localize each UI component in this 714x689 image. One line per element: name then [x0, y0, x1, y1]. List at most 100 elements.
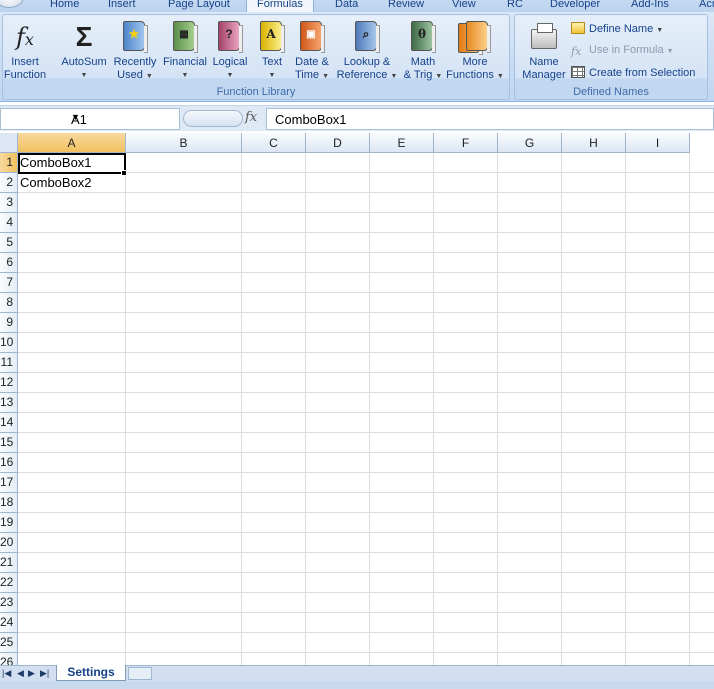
row-header-6[interactable]: 6	[0, 253, 18, 273]
gridline-vertical	[689, 153, 690, 665]
create-from-selection-button[interactable]: Create from Selection	[571, 66, 695, 79]
sigma-icon: Σ	[75, 21, 93, 52]
gridline-horizontal	[18, 292, 714, 293]
recently-used-button[interactable]: ★ Recently Used ▼	[111, 21, 159, 83]
define-name-button[interactable]: Define Name ▼	[571, 22, 663, 35]
tab-home[interactable]: Home	[50, 0, 79, 12]
text-book-icon: A	[260, 21, 285, 53]
gridline-horizontal	[18, 552, 714, 553]
row-header-26[interactable]: 26	[0, 653, 18, 665]
gridline-horizontal	[18, 372, 714, 373]
row-header-15[interactable]: 15	[0, 433, 18, 453]
tab-developer[interactable]: Developer	[550, 0, 600, 12]
math-trig-button[interactable]: θ Math & Trig ▼	[401, 21, 445, 83]
gridline-vertical	[241, 153, 242, 665]
defined-names-label: Defined Names	[573, 86, 649, 98]
column-header-c[interactable]: C	[242, 133, 306, 153]
logical-button[interactable]: ? Logical ▼	[209, 21, 251, 82]
row-header-11[interactable]: 11	[0, 353, 18, 373]
row-header-19[interactable]: 19	[0, 513, 18, 533]
next-sheet-icon[interactable]: ▶	[28, 668, 35, 679]
row-header-14[interactable]: 14	[0, 413, 18, 433]
row-header-7[interactable]: 7	[0, 273, 18, 293]
row-header-20[interactable]: 20	[0, 533, 18, 553]
sheet-tab-bar: |◀ ◀ ▶ ▶| Settings	[0, 665, 714, 681]
financial-button[interactable]: ▦ Financial ▼	[161, 21, 209, 82]
star-book-icon: ★	[123, 21, 148, 53]
calculator-book-icon: ▦	[173, 21, 198, 53]
row-header-21[interactable]: 21	[0, 553, 18, 573]
tab-review[interactable]: Review	[388, 0, 424, 12]
column-header-i[interactable]: I	[626, 133, 690, 153]
row-header-4[interactable]: 4	[0, 213, 18, 233]
office-button[interactable]	[0, 0, 24, 8]
row-header-2[interactable]: 2	[0, 173, 18, 193]
column-header-a[interactable]: A	[18, 133, 126, 153]
active-cell-cursor	[18, 153, 126, 174]
tab-view[interactable]: View	[452, 0, 476, 12]
row-header-25[interactable]: 25	[0, 633, 18, 653]
more-functions-button[interactable]: More Functions ▼	[445, 21, 505, 83]
row-header-13[interactable]: 13	[0, 393, 18, 413]
insert-function-button[interactable]: fx Insert Function	[3, 21, 47, 82]
row-header-22[interactable]: 22	[0, 573, 18, 593]
gridline-vertical	[125, 153, 126, 665]
prev-sheet-icon[interactable]: ◀	[17, 668, 24, 679]
column-header-d[interactable]: D	[306, 133, 370, 153]
tab-add-ins[interactable]: Add-Ins	[631, 0, 669, 12]
insert-function-fx-icon[interactable]: fx	[245, 110, 257, 125]
worksheet-grid[interactable]: ABCDEFGHI 1 2 3 4 5 6 7 8 9 10 11 12 13 14 15 16 17 18 19 2…	[0, 133, 714, 665]
tab-rc[interactable]: RC	[507, 0, 523, 12]
row-header-18[interactable]: 18	[0, 493, 18, 513]
row-header-23[interactable]: 23	[0, 593, 18, 613]
fill-handle[interactable]	[121, 170, 127, 176]
row-header-9[interactable]: 9	[0, 313, 18, 333]
select-all-corner[interactable]	[0, 133, 18, 153]
name-manager-button[interactable]: Name Manager	[517, 21, 571, 82]
sheet-tab-settings[interactable]: Settings	[56, 665, 126, 681]
column-header-f[interactable]: F	[434, 133, 498, 153]
lookup-reference-button[interactable]: ⌕ Lookup & Reference ▼	[335, 21, 399, 83]
tab-data[interactable]: Data	[335, 0, 358, 12]
use-in-formula-button[interactable]: fx Use in Formula ▼	[571, 44, 674, 58]
row-header-24[interactable]: 24	[0, 613, 18, 633]
first-sheet-icon[interactable]: |◀	[2, 668, 11, 679]
row-header-10[interactable]: 10	[0, 333, 18, 353]
autosum-dropdown-arrow[interactable]: ▼	[59, 69, 109, 82]
column-header-h[interactable]: H	[562, 133, 626, 153]
formula-bar-splitter[interactable]	[183, 110, 243, 127]
row-header-3[interactable]: 3	[0, 193, 18, 213]
row-header-8[interactable]: 8	[0, 293, 18, 313]
gridline-horizontal	[18, 472, 714, 473]
gridline-horizontal	[18, 272, 714, 273]
row-header-17[interactable]: 17	[0, 473, 18, 493]
calendar-book-icon: ▣	[300, 21, 325, 53]
tab-acrobat[interactable]: Acr	[699, 0, 714, 12]
tab-formulas[interactable]: Formulas	[246, 0, 314, 12]
column-header-b[interactable]: B	[126, 133, 242, 153]
cell-a2[interactable]: ComboBox2	[18, 173, 92, 193]
text-button[interactable]: A Text ▼	[255, 21, 289, 82]
autosum-button[interactable]: Σ AutoSum ▼	[59, 21, 109, 82]
tab-insert[interactable]: Insert	[108, 0, 136, 12]
row-header-16[interactable]: 16	[0, 453, 18, 473]
gridline-horizontal	[18, 652, 714, 653]
name-box-dropdown-icon[interactable]: ▼	[71, 112, 175, 122]
row-header-1[interactable]: 1	[0, 153, 18, 173]
column-header-g[interactable]: G	[498, 133, 562, 153]
stacked-books-icon	[458, 21, 492, 55]
gridline-horizontal	[18, 192, 714, 193]
column-header-e[interactable]: E	[370, 133, 434, 153]
row-header-12[interactable]: 12	[0, 373, 18, 393]
row-header-5[interactable]: 5	[0, 233, 18, 253]
defined-names-group: Name Manager Define Name ▼ fx Use in Form…	[514, 14, 708, 100]
tab-page-layout[interactable]: Page Layout	[168, 0, 230, 12]
formula-input[interactable]: ComboBox1	[266, 108, 714, 130]
gridline-vertical	[433, 153, 434, 665]
gridline-horizontal	[18, 592, 714, 593]
gridline-vertical	[305, 153, 306, 665]
last-sheet-icon[interactable]: ▶|	[40, 668, 49, 679]
date-time-button[interactable]: ▣ Date & Time ▼	[291, 21, 333, 83]
insert-sheet-icon[interactable]	[128, 667, 152, 680]
name-box[interactable]: A1 ▼	[0, 108, 180, 130]
